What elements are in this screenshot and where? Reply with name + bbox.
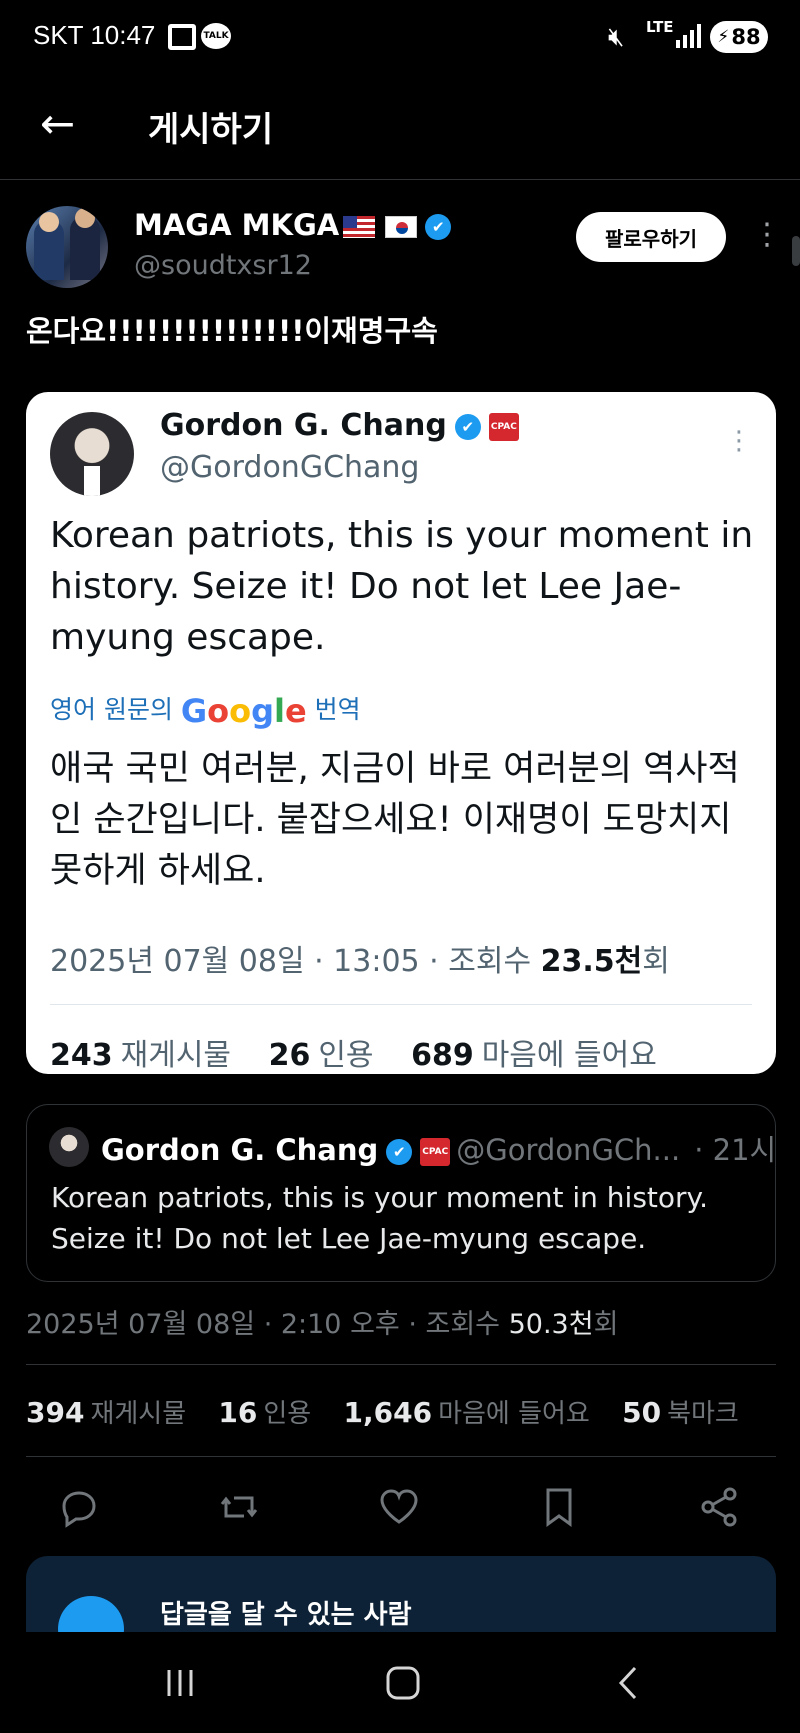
page-title: 게시하기 — [148, 110, 274, 150]
bookmarks-label[interactable]: 북마크 — [667, 1399, 739, 1429]
follow-button[interactable]: 팔로우하기 — [576, 212, 726, 262]
embedded-stats: 243 재게시물 26 인용 689 마음에 들어요 — [50, 1030, 657, 1074]
cpac-badge-icon: CPAC — [420, 1138, 451, 1166]
quotes-count[interactable]: 16 — [218, 1396, 257, 1429]
post-meta-suffix: 회 — [593, 1309, 619, 1340]
embedded-author-handle: @GordonGChang — [160, 450, 420, 485]
translate-suffix: 번역 — [314, 695, 361, 724]
translate-prefix: 영어 원문의 — [50, 695, 173, 724]
embedded-likes-count: 689 — [411, 1038, 474, 1073]
embedded-meta: 2025년 07월 08일 · 13:05 · 조회수 23.5천회 — [50, 936, 670, 980]
bookmark-icon[interactable] — [536, 1484, 582, 1530]
author-name-text: MAGA MKGA — [134, 208, 340, 242]
us-flag-icon — [343, 216, 376, 238]
embedded-meta-date: 2025년 07월 08일 · 13:05 · 조회수 — [50, 944, 541, 979]
embedded-more-icon: ⋮ — [726, 426, 752, 456]
embedded-author-name: Gordon G. Chang ✔ CPAC — [160, 408, 519, 443]
kr-flag-icon — [385, 216, 418, 238]
status-time: SKT 10:47 — [33, 20, 156, 50]
embedded-avatar — [50, 412, 134, 496]
author-handle[interactable]: @soudtxsr12 — [134, 250, 312, 281]
google-logo: Google — [180, 692, 307, 730]
signal-icon — [676, 24, 702, 48]
top-bar: ← 게시하기 — [0, 80, 800, 180]
mute-icon: 🔇︎ — [608, 22, 625, 52]
embedded-tweet-text: Korean patriots, this is your moment in … — [50, 515, 754, 658]
network-label: LTE — [646, 18, 674, 36]
talk-icon: TALK — [201, 23, 231, 49]
quoted-time: · 21시 — [694, 1133, 777, 1167]
battery-level: 88 — [731, 25, 761, 49]
reposts-count[interactable]: 394 — [26, 1396, 84, 1429]
post-meta: 2025년 07월 08일 · 2:10 오후 · 조회수 50.3천회 — [26, 1302, 618, 1341]
scrollbar[interactable] — [792, 236, 800, 266]
cpac-badge-icon: CPAC — [488, 412, 519, 441]
caption-icon — [168, 24, 196, 50]
quoted-header: Gordon G. Chang ✔ CPAC @GordonGCh... · 21시 — [101, 1127, 776, 1169]
translate-line: 영어 원문의 Google 번역 — [50, 690, 361, 730]
author-name[interactable]: MAGA MKGA ✔ — [134, 208, 452, 242]
status-bar: SKT 10:47 TALK 🔇︎ LTE ⚡ 88 — [0, 0, 800, 80]
embedded-meta-suffix: 회 — [642, 944, 670, 979]
likes-count[interactable]: 1,646 — [343, 1396, 432, 1429]
embedded-quotes-label: 인용 — [318, 1038, 374, 1073]
reposts-label[interactable]: 재게시물 — [90, 1399, 186, 1429]
verified-icon: ✔ — [454, 413, 481, 440]
embedded-author-name-text: Gordon G. Chang — [160, 408, 447, 443]
verified-icon: ✔ — [425, 214, 452, 240]
recent-apps-icon[interactable] — [153, 1656, 207, 1710]
battery-charging-icon: ⚡ 88 — [710, 21, 768, 53]
back-icon[interactable] — [601, 1656, 655, 1710]
repost-icon[interactable] — [216, 1484, 262, 1530]
reply-icon[interactable] — [56, 1484, 102, 1530]
quoted-text: Korean patriots, this is your moment in … — [51, 1181, 709, 1255]
quoted-author-name: Gordon G. Chang — [101, 1133, 379, 1167]
verified-icon: ✔ — [386, 1139, 413, 1165]
post-meta-date: 2025년 07월 08일 · 2:10 오후 · 조회수 — [26, 1309, 509, 1340]
home-icon[interactable] — [376, 1656, 430, 1710]
embedded-likes-label: 마음에 들어요 — [481, 1038, 657, 1073]
divider — [26, 1456, 776, 1457]
back-arrow-icon[interactable]: ← — [40, 103, 75, 145]
system-nav-bar — [0, 1632, 800, 1733]
author-avatar[interactable] — [26, 206, 108, 288]
likes-label[interactable]: 마음에 들어요 — [438, 1399, 590, 1429]
divider — [50, 1004, 752, 1005]
bookmarks-count[interactable]: 50 — [622, 1396, 661, 1429]
share-icon[interactable] — [696, 1484, 742, 1530]
embedded-quotes-count: 26 — [268, 1038, 311, 1073]
quoted-avatar — [49, 1127, 89, 1167]
more-options-icon[interactable]: ⋮ — [752, 220, 782, 250]
divider — [26, 1364, 776, 1365]
attached-image[interactable]: Gordon G. Chang ✔ CPAC @GordonGChang ⋮ Kor… — [26, 392, 776, 1074]
post-stats: 394 재게시물 16 인용 1,646 마음에 들어요 50 북마크 — [26, 1393, 739, 1430]
embedded-translation-text: 애국 국민 여러분, 지금이 바로 여러분의 역사적인 순간입니다. 붙잡으세요… — [50, 749, 740, 891]
embedded-reposts-label: 재게시물 — [120, 1038, 232, 1073]
post-meta-views[interactable]: 50.3천 — [509, 1309, 594, 1340]
embedded-reposts-count: 243 — [50, 1038, 113, 1073]
quoted-author-handle: @GordonGCh... — [456, 1133, 681, 1167]
like-icon[interactable] — [376, 1484, 422, 1530]
embedded-meta-views: 23.5천 — [540, 944, 643, 979]
post-text: 온다요!!!!!!!!!!!!!!!이재명구속 — [26, 314, 438, 348]
reply-permission-text: 답글을 달 수 있는 사람 — [160, 1600, 412, 1630]
quotes-label[interactable]: 인용 — [263, 1399, 311, 1429]
quoted-tweet[interactable]: Gordon G. Chang ✔ CPAC @GordonGCh... · 21시 K… — [26, 1104, 776, 1282]
